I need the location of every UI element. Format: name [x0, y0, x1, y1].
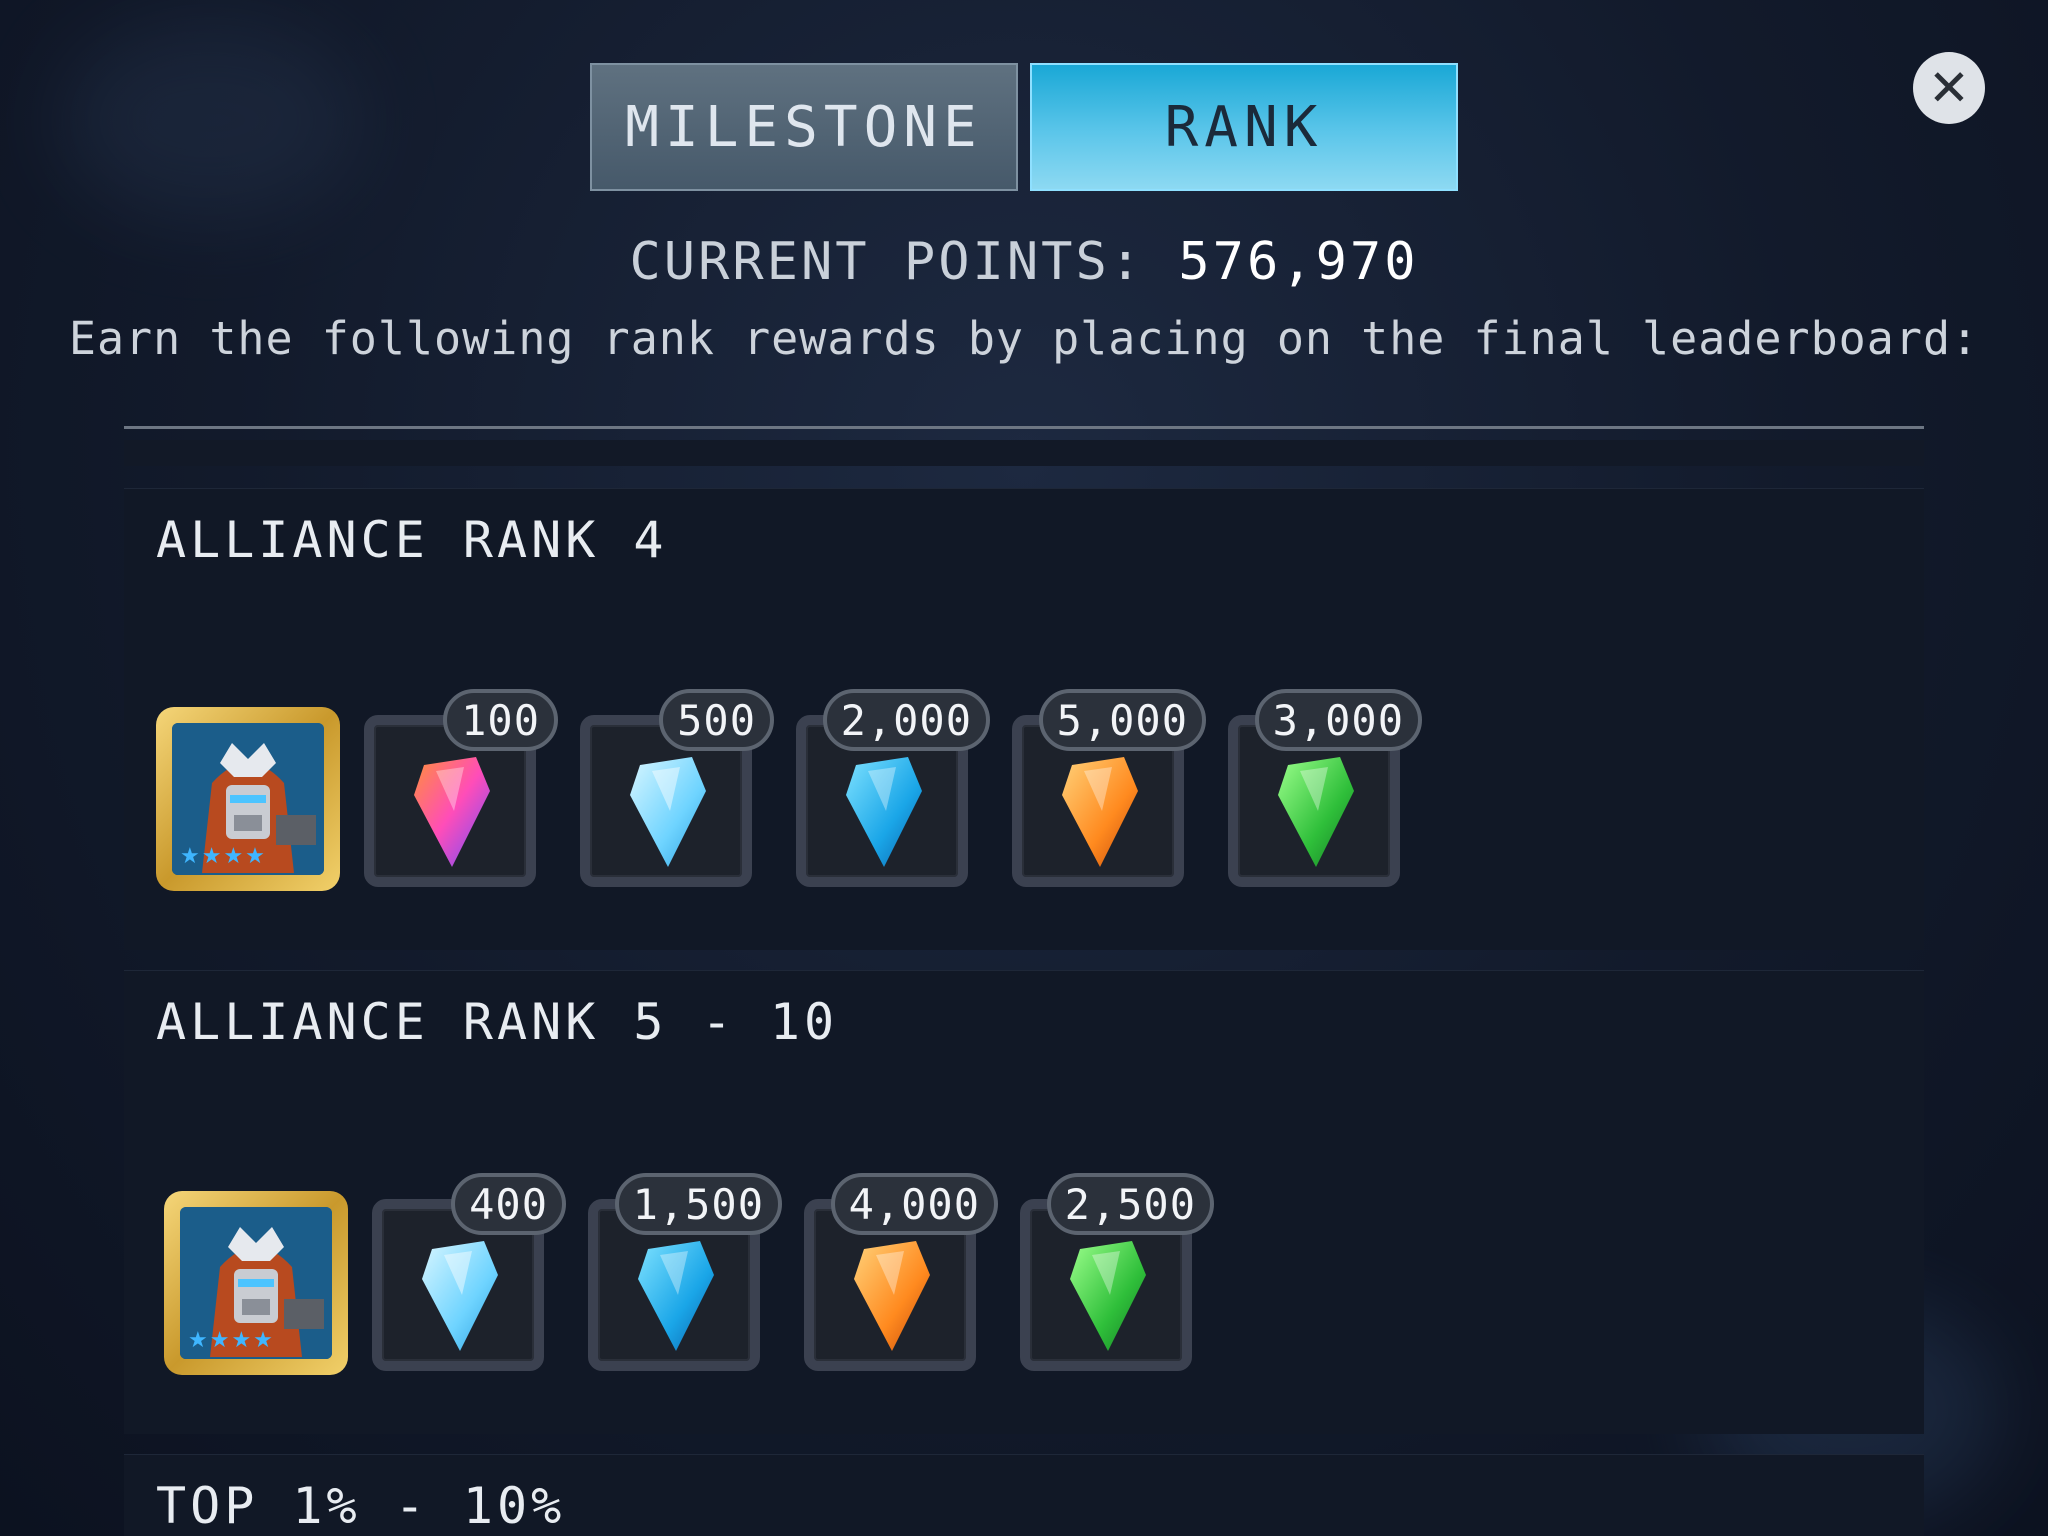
reward-item[interactable]: 2,000	[796, 689, 990, 887]
reward-tier-panel: TOP 1% - 10%	[124, 1454, 1924, 1536]
reward-amount-badge: 500	[659, 689, 774, 751]
close-icon: ✕	[1928, 59, 1970, 117]
current-points-value: 576,970	[1178, 232, 1419, 292]
reward-item[interactable]: 500	[580, 689, 774, 887]
reward-item[interactable]: 400	[372, 1173, 566, 1371]
rainbow-crystal-icon	[414, 757, 490, 867]
current-points: CURRENT POINTS: 576,970	[0, 232, 2048, 292]
hero-star-rating: ★★★★	[188, 1328, 275, 1353]
orange-crystal-icon	[1062, 757, 1138, 867]
current-points-label: CURRENT POINTS:	[629, 232, 1145, 292]
green-crystal-icon	[1278, 757, 1354, 867]
close-button[interactable]: ✕	[1913, 52, 1985, 124]
list-top-edge	[124, 440, 1924, 466]
blue-crystal-icon	[638, 1241, 714, 1351]
reward-amount-badge: 5,000	[1038, 689, 1206, 751]
reward-item[interactable]: 3,000	[1228, 689, 1422, 887]
orange-crystal-icon	[854, 1241, 930, 1351]
light-blue-crystal-icon	[422, 1241, 498, 1351]
reward-amount-badge: 4,000	[830, 1173, 998, 1235]
blue-crystal-icon	[846, 757, 922, 867]
reward-amount-badge: 2,000	[822, 689, 990, 751]
background-glow	[60, 20, 360, 220]
tab-milestone[interactable]: MILESTONE	[590, 63, 1018, 191]
hero-reward[interactable]: ★★★★	[156, 707, 340, 891]
rank-rewards-description: Earn the following rank rewards by placi…	[68, 312, 1980, 365]
reward-item[interactable]: 2,500	[1020, 1173, 1214, 1371]
hero-star-rating: ★★★★	[180, 844, 267, 869]
reward-amount-badge: 1,500	[614, 1173, 782, 1235]
reward-item[interactable]: 1,500	[588, 1173, 782, 1371]
green-crystal-icon	[1070, 1241, 1146, 1351]
reward-amount-badge: 3,000	[1254, 689, 1422, 751]
reward-item[interactable]: 4,000	[804, 1173, 998, 1371]
reward-amount-badge: 2,500	[1046, 1173, 1214, 1235]
divider	[124, 426, 1924, 429]
reward-item[interactable]: 100	[364, 689, 558, 887]
tier-title: TOP 1% - 10%	[156, 1477, 566, 1535]
reward-amount-badge: 400	[451, 1173, 566, 1235]
hero-reward[interactable]: ★★★★	[164, 1191, 348, 1375]
tab-rank[interactable]: RANK	[1030, 63, 1458, 191]
reward-item[interactable]: 5,000	[1012, 689, 1206, 887]
tier-title: ALLIANCE RANK 5 - 10	[156, 993, 839, 1051]
tier-title: ALLIANCE RANK 4	[156, 511, 668, 569]
reward-tier-panel: ALLIANCE RANK 5 - 10 ★★★★ 400 1,500 4,00…	[124, 970, 1924, 1434]
reward-tier-panel: ALLIANCE RANK 4 ★★★★ 100 500 2,000 5,000…	[124, 488, 1924, 950]
reward-amount-badge: 100	[443, 689, 558, 751]
light-blue-crystal-icon	[630, 757, 706, 867]
